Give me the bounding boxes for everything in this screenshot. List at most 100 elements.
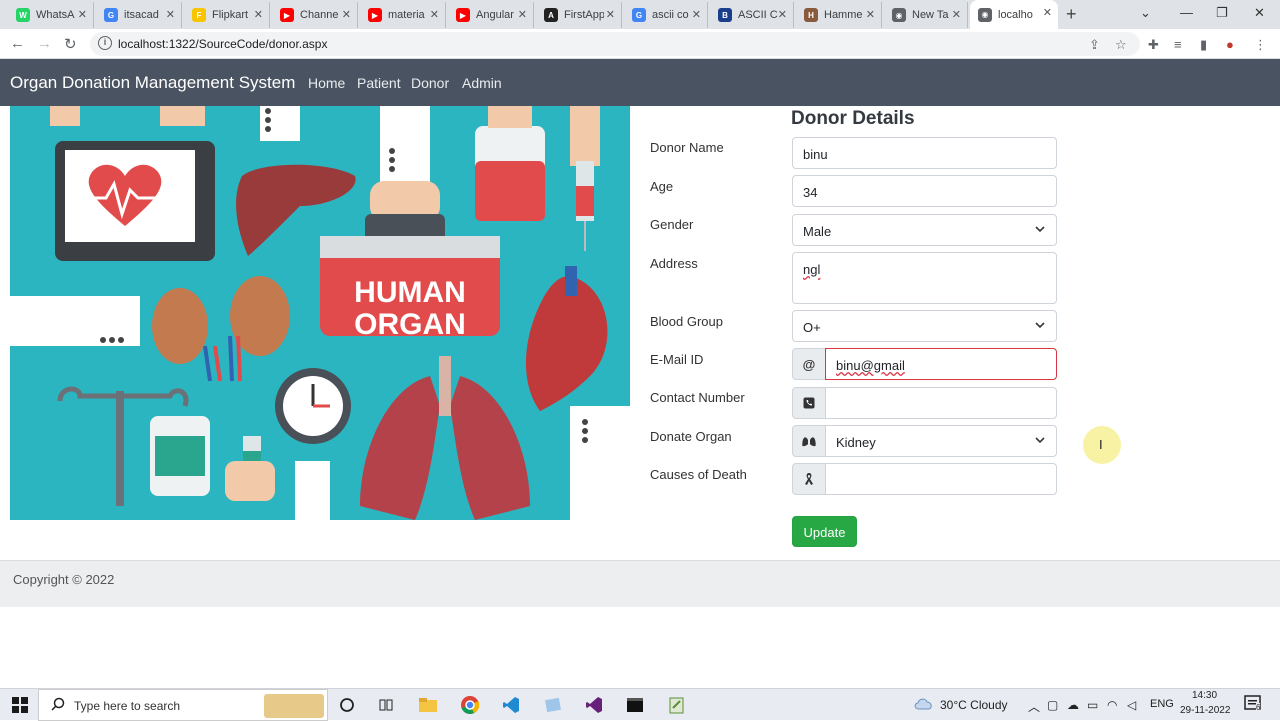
browser-tab[interactable]: A FirstApp ✕ [536, 2, 622, 28]
onedrive-icon[interactable]: ☁ [1067, 698, 1079, 712]
tab-close-icon[interactable]: ✕ [166, 8, 175, 21]
label-causes-of-death: Causes of Death [650, 467, 747, 482]
address-textarea[interactable]: ngl [792, 252, 1057, 304]
label-gender: Gender [650, 217, 694, 232]
tab-favicon-icon: G [632, 8, 646, 22]
tab-close-icon[interactable]: ✕ [778, 8, 787, 21]
tray-icon-1[interactable]: ▢ [1047, 698, 1058, 712]
close-window-button[interactable]: ✕ [1254, 5, 1265, 21]
notepad-plus-icon[interactable] [666, 694, 688, 716]
age-input[interactable]: 34 [792, 175, 1057, 207]
tab-favicon-icon: F [192, 8, 206, 22]
tab-favicon-icon: A [544, 8, 558, 22]
file-explorer-icon[interactable] [417, 694, 439, 716]
weather-text[interactable]: 30°C Cloudy [940, 698, 1008, 712]
label-donor-name: Donor Name [650, 140, 724, 155]
windows-start-icon[interactable] [9, 694, 31, 716]
browser-tab[interactable]: Gascii co ✕ [624, 2, 708, 28]
tab-close-icon[interactable]: ✕ [518, 8, 527, 21]
donate-organ-value: Kidney [836, 435, 876, 450]
chrome-icon[interactable] [459, 694, 481, 716]
task-view-icon[interactable] [375, 694, 397, 716]
contact-number-input[interactable] [825, 387, 1057, 419]
gender-select-value: Male [803, 224, 832, 239]
visual-studio-icon[interactable] [583, 694, 605, 716]
tab-close-icon[interactable]: ✕ [952, 8, 961, 21]
email-input[interactable]: binu@gmail [825, 348, 1057, 380]
terminal-icon[interactable] [624, 694, 646, 716]
donate-organ-select[interactable]: Kidney [825, 425, 1057, 457]
tab-title: Channe [300, 9, 339, 21]
tab-close-icon[interactable]: ✕ [866, 8, 875, 21]
nav-link-home[interactable]: Home [308, 75, 345, 91]
brand-title[interactable]: Organ Donation Management System [10, 73, 295, 93]
vscode-icon[interactable] [500, 694, 522, 716]
back-icon[interactable]: ← [10, 35, 25, 52]
tab-close-icon[interactable]: ✕ [692, 8, 701, 21]
address-bar[interactable]: i localhost:1322/SourceCode/donor.aspx [90, 32, 1140, 56]
notification-count: 6 [1256, 703, 1261, 712]
blood-group-select[interactable]: O+ [792, 310, 1057, 342]
volume-icon[interactable]: ◁ [1127, 698, 1136, 712]
extensions-icon[interactable]: ✚ [1148, 37, 1159, 53]
browser-tab[interactable]: H Hamme ✕ [796, 2, 882, 28]
tab-close-icon[interactable]: ✕ [430, 8, 439, 21]
browser-tab[interactable]: W WhatsA ✕ [8, 2, 94, 28]
browser-tab[interactable]: ▶ materia ✕ [360, 2, 446, 28]
reload-icon[interactable]: ↻ [64, 35, 77, 53]
browser-tab[interactable]: ◉ New Ta ✕ [884, 2, 968, 28]
bookmark-star-icon[interactable]: ☆ [1115, 37, 1127, 53]
battery-icon[interactable]: ▭ [1087, 698, 1098, 712]
phone-icon [792, 387, 826, 419]
cortana-icon[interactable] [336, 694, 358, 716]
tab-favicon-icon: G [104, 8, 118, 22]
maximize-button[interactable]: ❐ [1216, 5, 1228, 21]
browser-tab[interactable]: ▶ Channe ✕ [272, 2, 358, 28]
tab-close-icon[interactable]: ✕ [78, 8, 87, 21]
menu-icon[interactable]: ⋮ [1254, 37, 1267, 53]
browser-tab[interactable]: B ASCII C ✕ [710, 2, 794, 28]
site-info-icon[interactable]: i [98, 36, 112, 50]
page-footer: Copyright © 2022 [0, 560, 1280, 607]
language-indicator[interactable]: ENG [1150, 698, 1174, 710]
cloud-icon [913, 696, 935, 713]
death-input-group [792, 463, 1057, 495]
tab-close-icon[interactable]: ✕ [342, 8, 351, 21]
browser-tab[interactable]: ▶ Angular ✕ [448, 2, 534, 28]
donor-name-input[interactable]: binu [792, 137, 1057, 169]
show-hidden-icons[interactable]: ︿ [1028, 698, 1040, 715]
tab-close-icon[interactable]: ✕ [254, 8, 263, 21]
causes-of-death-input[interactable] [825, 463, 1057, 495]
text-cursor-icon: I [1099, 437, 1103, 452]
gender-select[interactable]: Male [792, 214, 1057, 246]
wifi-icon[interactable]: ◠ [1107, 698, 1117, 712]
email-value: binu@gmail [836, 358, 905, 373]
update-button[interactable]: Update [792, 516, 857, 547]
email-input-group: @ binu@gmail [792, 348, 1057, 380]
label-donate-organ: Donate Organ [650, 429, 732, 444]
browser-tab[interactable]: Gitsacad ✕ [96, 2, 182, 28]
tab-favicon-icon: H [804, 8, 818, 22]
taskbar-search-box[interactable]: Type here to search [38, 689, 328, 721]
tab-title: Angular [476, 9, 514, 21]
side-panel-icon[interactable]: ▮ [1200, 37, 1207, 53]
minimize-button[interactable]: — [1180, 5, 1193, 20]
forward-icon[interactable]: → [37, 35, 52, 52]
share-icon[interactable]: ⇪ [1089, 37, 1100, 53]
new-tab-button[interactable]: + [1066, 4, 1077, 25]
reading-list-icon[interactable]: ≡ [1174, 37, 1182, 52]
tab-close-icon[interactable]: ✕ [1043, 6, 1052, 19]
nav-link-admin[interactable]: Admin [462, 75, 502, 91]
app-icon[interactable] [542, 694, 564, 716]
tab-search-icon[interactable]: ⌄ [1140, 5, 1151, 21]
notification-icon[interactable]: 6 [1244, 695, 1264, 716]
profile-icon[interactable]: ● [1226, 37, 1234, 52]
nav-link-donor[interactable]: Donor [411, 75, 449, 91]
tab-close-icon[interactable]: ✕ [606, 8, 615, 21]
nav-link-patient[interactable]: Patient [357, 75, 401, 91]
browser-tab[interactable]: ◉ localho ✕ [970, 0, 1058, 29]
clock-date[interactable]: 29-11-2022 [1180, 705, 1230, 716]
browser-tab[interactable]: F Flipkart ✕ [184, 2, 270, 28]
human-organ-illustration: HUMAN ORGAN [10, 106, 630, 520]
clock-time[interactable]: 14:30 [1192, 690, 1217, 701]
